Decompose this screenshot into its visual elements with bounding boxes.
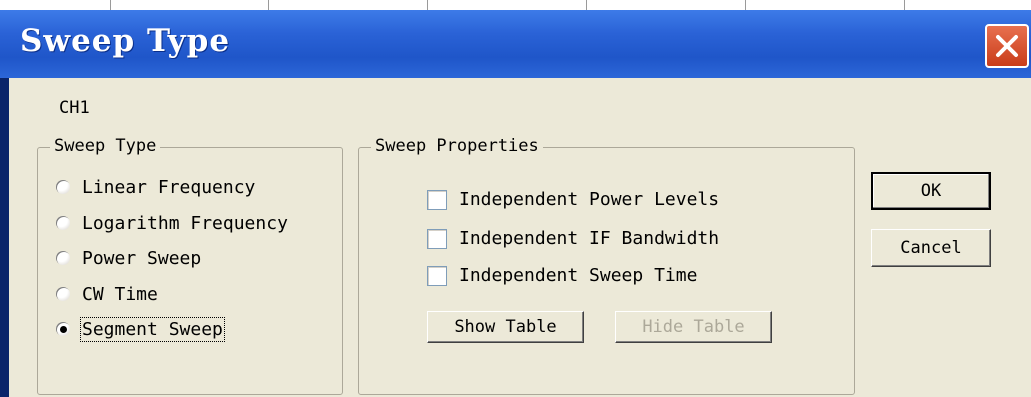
radio-button-selected[interactable] (56, 322, 70, 336)
radio-button[interactable] (56, 251, 70, 265)
sweep-type-group-title: Sweep Type (50, 136, 161, 156)
radio-label: CW Time (82, 284, 158, 305)
checkbox-label: Independent IF Bandwidth (459, 228, 720, 249)
checkbox[interactable] (427, 190, 447, 210)
ok-button[interactable]: OK (871, 172, 991, 210)
checkbox-label: Independent Power Levels (459, 189, 720, 210)
radio-label: Linear Frequency (82, 177, 256, 198)
checkbox-label: Independent Sweep Time (459, 265, 698, 286)
radio-button[interactable] (56, 180, 70, 194)
sweep-type-group: Sweep Type Linear Frequency Logarithm Fr… (37, 136, 343, 395)
title-bar[interactable]: Sweep Type (0, 10, 1031, 78)
radio-button[interactable] (56, 287, 70, 301)
checkbox[interactable] (427, 266, 447, 286)
checkbox[interactable] (427, 229, 447, 249)
close-icon (996, 35, 1018, 57)
dialog-client-area: CH1 Sweep Type Linear Frequency Logarith… (9, 78, 1031, 397)
sweep-type-dialog: Sweep Type CH1 Sweep Type Linear Frequen… (0, 10, 1031, 397)
hide-table-button[interactable]: Hide Table (615, 311, 772, 343)
channel-label: CH1 (59, 98, 90, 118)
radio-label: Logarithm Frequency (82, 213, 288, 234)
radio-label: Segment Sweep (80, 317, 225, 342)
radio-label: Power Sweep (82, 248, 202, 269)
radio-selected-dot (60, 326, 67, 333)
radio-button[interactable] (56, 216, 70, 230)
sweep-properties-group-title: Sweep Properties (371, 136, 543, 156)
cancel-button[interactable]: Cancel (871, 229, 991, 267)
show-table-button[interactable]: Show Table (427, 311, 584, 343)
close-button[interactable] (985, 24, 1029, 68)
sweep-properties-group: Sweep Properties Independent Power Level… (358, 136, 855, 395)
dialog-title: Sweep Type (20, 23, 231, 59)
